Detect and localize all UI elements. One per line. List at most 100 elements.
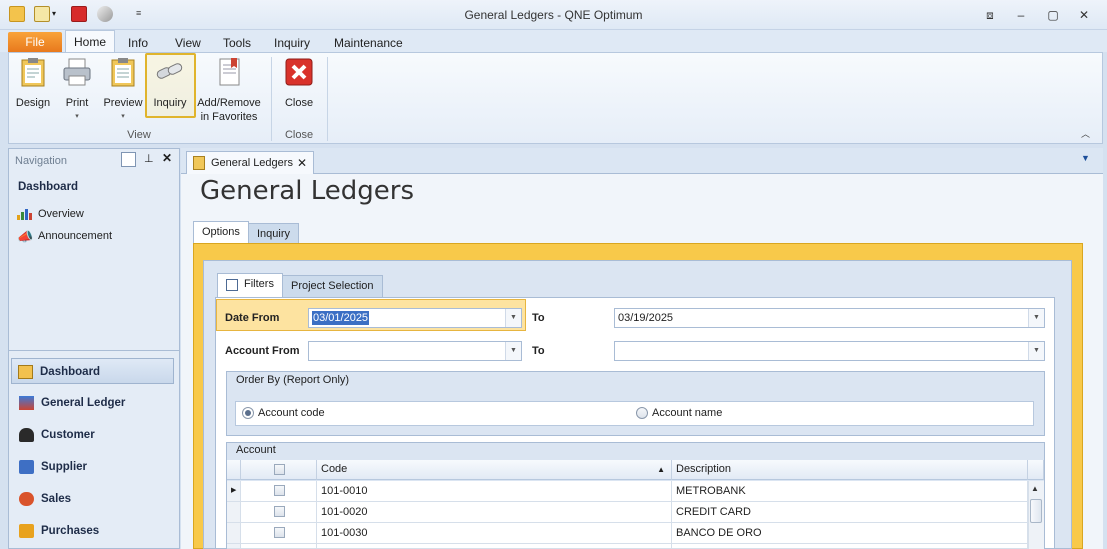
nav-button-dashboard[interactable]: Dashboard (11, 358, 174, 384)
tab-filters[interactable]: Filters (217, 273, 283, 298)
scroll-header (1028, 460, 1044, 480)
tab-inquiry[interactable]: Inquiry (265, 33, 319, 54)
chevron-down-icon[interactable]: ▼ (1028, 342, 1044, 360)
chevron-down-icon[interactable]: ▼ (505, 342, 521, 360)
row-select-cell[interactable] (241, 544, 317, 549)
table-cell-description[interactable]: METROBANK (672, 481, 1028, 502)
nav-button-sales[interactable]: Sales (13, 486, 176, 512)
row-checkbox[interactable] (274, 506, 285, 517)
nav-button-label: Customer (41, 429, 95, 441)
scrollbar-thumb[interactable] (1030, 499, 1042, 523)
favorites-icon (219, 58, 240, 86)
row-select-cell[interactable] (241, 502, 317, 523)
account-to-input[interactable]: ▼ (614, 341, 1045, 361)
row-checkbox[interactable] (274, 485, 285, 496)
nav-button-general-ledger[interactable]: General Ledger (13, 390, 176, 416)
tab-info[interactable]: Info (119, 33, 157, 54)
tab-options[interactable]: Options (193, 221, 249, 244)
account-to-label: To (532, 345, 545, 357)
customer-icon (19, 428, 34, 442)
chevron-down-icon[interactable]: ▼ (1028, 309, 1044, 327)
nav-item-overview[interactable]: Overview (38, 208, 84, 220)
restore-layout-icon[interactable]: ⧈ (979, 6, 1001, 24)
row-checkbox[interactable] (274, 527, 285, 538)
row-indicator (227, 502, 241, 523)
doc-tab-general-ledgers[interactable]: General Ledgers ✕ (186, 151, 314, 174)
chevron-down-icon: ▾ (121, 113, 125, 120)
table-cell-description[interactable]: BANCO DE ORO (672, 523, 1028, 544)
inquiry-label: Inquiry (153, 97, 187, 109)
account-from-input[interactable]: ▼ (308, 341, 522, 361)
ribbon-separator (271, 57, 272, 141)
tab-view[interactable]: View (166, 33, 210, 54)
clipboard-icon (21, 58, 45, 87)
scroll-up-icon[interactable]: ▲ (1031, 484, 1039, 493)
design-button[interactable]: Design (15, 56, 51, 110)
page-title: General Ledgers (200, 176, 414, 206)
close-window-button[interactable]: ✕ (1073, 6, 1095, 24)
row-select-cell[interactable] (241, 481, 317, 502)
chevron-down-icon: ▾ (75, 113, 79, 120)
document-tab-strip (181, 148, 1103, 174)
date-from-input[interactable]: 03/01/2025 ▼ (308, 308, 522, 328)
radio-account-code[interactable] (242, 407, 254, 419)
pin-icon[interactable]: ⊥ (144, 152, 154, 165)
column-header-description[interactable]: Description (672, 460, 1028, 480)
row-select-cell[interactable] (241, 523, 317, 544)
nav-button-label: General Ledger (41, 397, 126, 409)
print-button[interactable]: Print ▾ (59, 56, 95, 124)
tab-list-dropdown-icon[interactable]: ▼ (1081, 153, 1090, 163)
tab-project-selection[interactable]: Project Selection (282, 275, 383, 297)
tab-maintenance[interactable]: Maintenance (325, 33, 412, 54)
nav-button-label: Purchases (41, 525, 100, 537)
row-indicator (227, 523, 241, 544)
chevron-down-icon[interactable]: ▼ (505, 309, 521, 327)
group-label-view: View (127, 129, 151, 141)
tab-tools[interactable]: Tools (214, 33, 260, 54)
maximize-button[interactable]: ▢ (1042, 6, 1064, 24)
row-indicator-header (227, 460, 241, 480)
radio-account-code-label[interactable]: Account code (258, 407, 325, 419)
nav-splitter[interactable] (8, 350, 179, 351)
date-from-label: Date From (225, 312, 280, 324)
table-cell-code[interactable]: 101-0030 (317, 523, 672, 544)
code-header-label: Code (321, 463, 348, 475)
inquiry-button[interactable]: Inquiry (149, 56, 191, 110)
tab-home[interactable]: Home (65, 30, 115, 53)
order-by-options (235, 401, 1034, 426)
tab-inquiry-sub[interactable]: Inquiry (248, 223, 300, 245)
table-cell-code[interactable]: 101-0020 (317, 502, 672, 523)
close-icon (285, 58, 313, 86)
close-tab-icon[interactable]: ✕ (297, 152, 307, 174)
select-all-header[interactable] (241, 460, 317, 480)
nav-button-purchases[interactable]: Purchases (13, 518, 176, 544)
purchases-icon (19, 524, 34, 538)
doc-tab-label: General Ledgers (211, 157, 293, 169)
close-button[interactable]: Close (280, 56, 318, 110)
close-nav-icon[interactable]: ✕ (162, 151, 172, 165)
collapse-ribbon-icon[interactable]: ︿ (1081, 127, 1090, 140)
print-label: Print (65, 97, 89, 109)
nav-button-label: Sales (41, 493, 72, 505)
table-cell-description[interactable]: CREDIT CARD (672, 502, 1028, 523)
nav-item-announcement[interactable]: Announcement (38, 230, 112, 242)
nav-button-supplier[interactable]: Supplier (13, 454, 176, 480)
preview-button[interactable]: Preview ▾ (102, 56, 144, 124)
table-cell-code[interactable] (317, 544, 672, 549)
add-remove-favorites-button[interactable]: Add/Remove in Favorites (196, 56, 262, 124)
column-header-code[interactable]: Code ▲ (317, 460, 672, 480)
table-cell-code[interactable]: 101-0010 (317, 481, 672, 502)
window-title: General Ledgers - QNE Optimum (464, 8, 643, 22)
preview-icon (111, 58, 135, 87)
date-to-input[interactable]: 03/19/2025 ▼ (614, 308, 1045, 328)
chart-icon (17, 209, 32, 220)
ribbon-separator (327, 57, 328, 141)
tab-file[interactable]: File (8, 32, 62, 52)
nav-button-customer[interactable]: Customer (13, 422, 176, 448)
radio-account-name[interactable] (636, 407, 648, 419)
nav-view-icon[interactable] (121, 152, 136, 167)
select-all-checkbox[interactable] (274, 464, 285, 475)
radio-account-name-label[interactable]: Account name (652, 407, 722, 419)
minimize-button[interactable]: – (1010, 6, 1032, 24)
table-cell-description[interactable] (672, 544, 1028, 549)
